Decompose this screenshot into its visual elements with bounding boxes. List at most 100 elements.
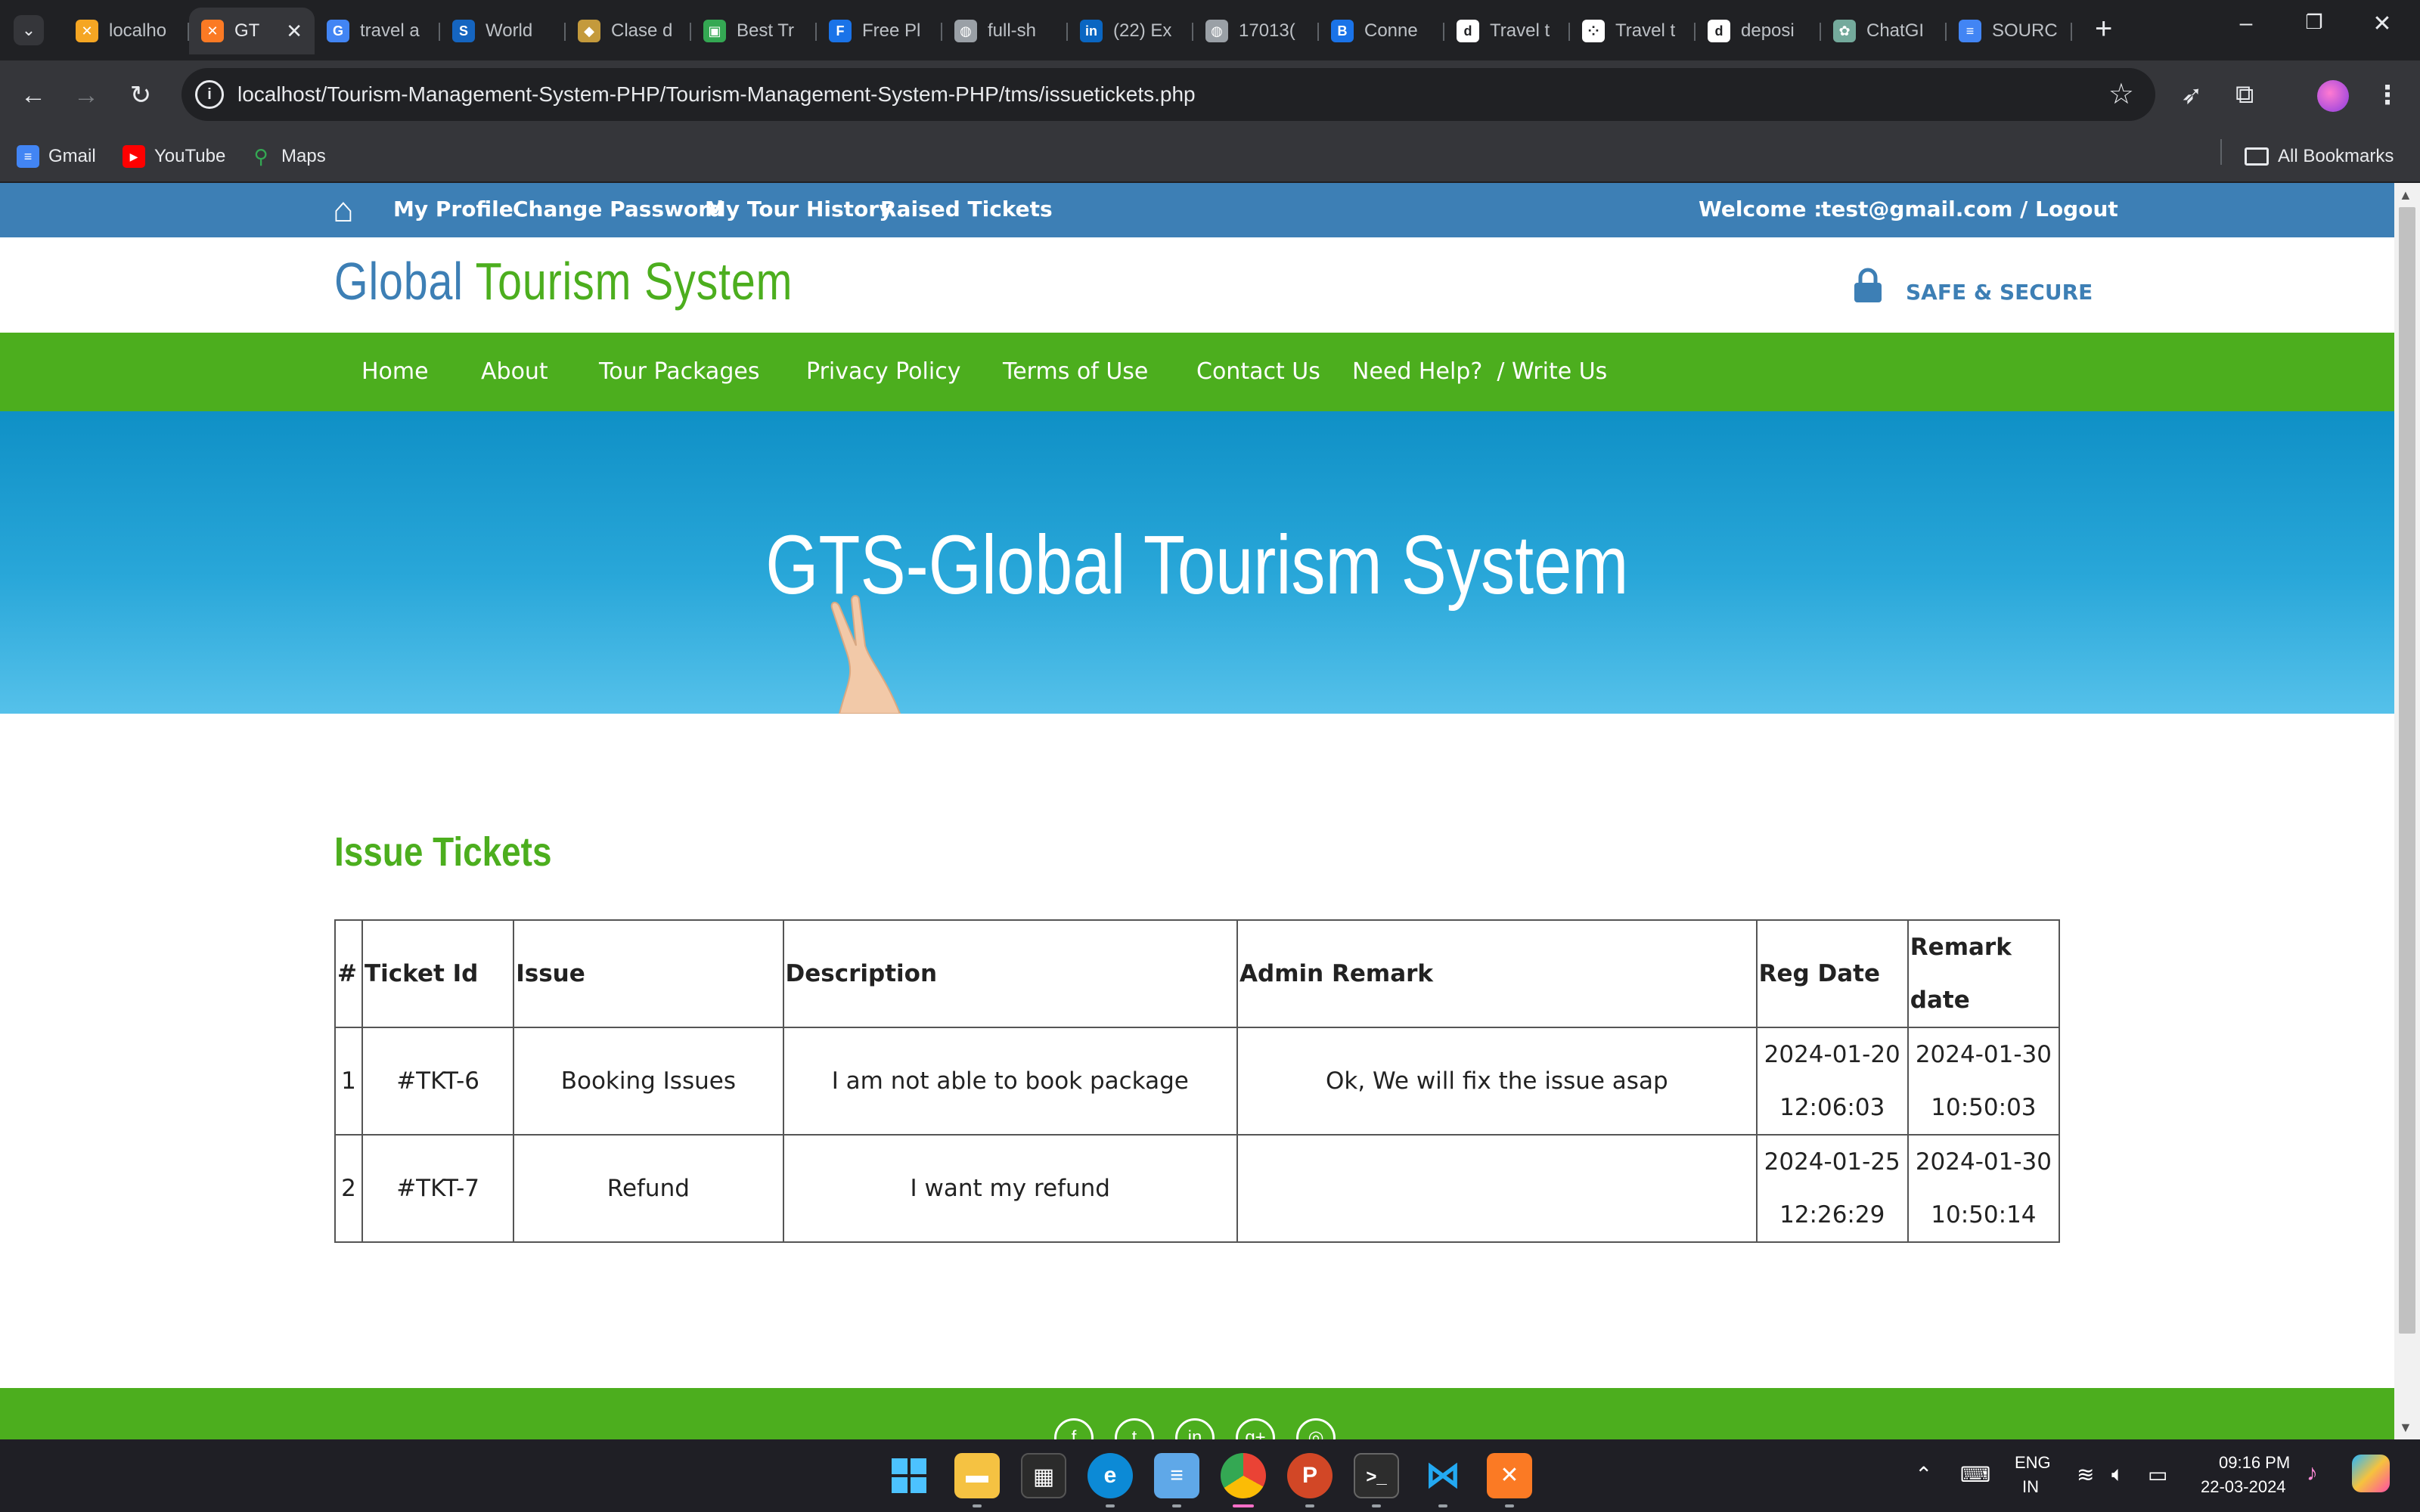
browser-tab[interactable]: S World: [440, 8, 566, 54]
lang-top[interactable]: ENG: [2015, 1453, 2051, 1473]
notification-bell-icon[interactable]: ♪: [2307, 1461, 2318, 1486]
close-tab-icon[interactable]: ✕: [286, 20, 302, 43]
change-password-link[interactable]: Change Password: [513, 197, 724, 222]
b-icon: B: [1331, 20, 1354, 42]
nav-terms-of-use[interactable]: Terms of Use: [1003, 358, 1148, 385]
col-header-remark-date: Remark date: [1907, 919, 2061, 1028]
browser-tab[interactable]: ▣ Best Tr: [691, 8, 817, 54]
nav-tour-packages[interactable]: Tour Packages: [599, 358, 759, 385]
running-indicator: [1106, 1504, 1115, 1507]
description: I am not able to book package: [782, 1027, 1239, 1136]
my-tour-history-link[interactable]: My Tour History: [705, 197, 892, 222]
col-header-description: Description: [782, 919, 1239, 1028]
bookmark-youtube[interactable]: ▶ YouTube: [123, 138, 225, 175]
col-header-admin-remark: Admin Remark: [1236, 919, 1758, 1028]
extensions-puzzle-icon[interactable]: ⧉: [2235, 80, 2254, 110]
bookmark-star-icon[interactable]: ☆: [2108, 77, 2134, 111]
battery-icon[interactable]: ▭: [2148, 1462, 2167, 1487]
wifi-icon[interactable]: ≋: [2077, 1462, 2094, 1487]
scroll-down-icon[interactable]: ▼: [2399, 1420, 2412, 1436]
banner-title: GTS-Global Tourism System: [765, 519, 1629, 612]
windows-start-icon[interactable]: [886, 1453, 932, 1498]
google-plus-icon[interactable]: g+: [1236, 1418, 1275, 1439]
dribbble-icon[interactable]: ◎: [1296, 1418, 1336, 1439]
file-explorer-icon[interactable]: ▬: [954, 1453, 1000, 1498]
restore-icon[interactable]: ❐: [2299, 11, 2329, 34]
url-text[interactable]: localhost/Tourism-Management-System-PHP/…: [237, 82, 1196, 107]
clock-time[interactable]: 09:16 PM: [2219, 1453, 2290, 1473]
site-logo[interactable]: Global Tourism System: [334, 251, 793, 311]
admin-remark: Ok, We will fix the issue asap: [1236, 1027, 1758, 1136]
tab-title: Best Tr: [737, 20, 795, 41]
forward-icon[interactable]: →: [68, 77, 104, 113]
browser-tab[interactable]: ✕ GT ✕: [189, 8, 315, 54]
linkedin-icon[interactable]: in: [1175, 1418, 1215, 1439]
copilot-icon[interactable]: [2352, 1455, 2390, 1492]
reload-icon[interactable]: ↻: [123, 77, 159, 113]
my-profile-link[interactable]: My Profile: [393, 197, 513, 222]
vscode-icon[interactable]: ⋈: [1420, 1453, 1466, 1498]
browser-tab[interactable]: d Travel t: [1444, 8, 1570, 54]
scroll-up-icon[interactable]: ▲: [2399, 187, 2412, 203]
browser-tab[interactable]: ◆ Clase d: [566, 8, 691, 54]
browser-tab[interactable]: ◍ full-sh: [942, 8, 1068, 54]
user-logout-link[interactable]: test@gmail.com / Logout: [1821, 197, 2118, 222]
powerpoint-icon[interactable]: P: [1287, 1453, 1333, 1498]
nav-write-us[interactable]: Need Help? / Write Us: [1352, 358, 1607, 385]
close-window-icon[interactable]: ✕: [2367, 11, 2397, 37]
nav-privacy-policy[interactable]: Privacy Policy: [806, 358, 960, 385]
browser-tab[interactable]: ◍ 17013(: [1193, 8, 1319, 54]
back-icon[interactable]: ←: [15, 77, 51, 113]
browser-tab[interactable]: d deposi: [1696, 8, 1821, 54]
browser-menu-icon[interactable]: ⋮: [2375, 80, 2400, 110]
profile-avatar[interactable]: [2317, 80, 2349, 112]
extension-bird-icon[interactable]: ➶: [2181, 80, 2203, 110]
col-header-issue: Issue: [513, 919, 784, 1028]
site-info-icon[interactable]: i: [195, 80, 224, 109]
nav-contact-us[interactable]: Contact Us: [1196, 358, 1320, 385]
nav-home[interactable]: Home: [361, 358, 429, 385]
all-bookmarks[interactable]: All Bookmarks: [2245, 138, 2394, 175]
chrome-icon[interactable]: [1221, 1453, 1266, 1498]
browser-tab[interactable]: in (22) Ex: [1068, 8, 1193, 54]
edge-icon[interactable]: e: [1087, 1453, 1133, 1498]
tray-overflow-icon[interactable]: ⌃: [1915, 1462, 1932, 1487]
d-icon: d: [1708, 20, 1730, 42]
col-header-reg-date: Reg Date: [1755, 919, 1909, 1028]
volume-icon[interactable]: 🔈︎: [2111, 1462, 2124, 1487]
page-scrollbar[interactable]: ▲ ▼: [2394, 183, 2420, 1439]
browser-tab[interactable]: ✿ ChatGI: [1821, 8, 1947, 54]
nav-about[interactable]: About: [481, 358, 548, 385]
browser-tab[interactable]: ✕ localho: [64, 8, 189, 54]
browser-tab[interactable]: B Conne: [1319, 8, 1444, 54]
browser-tab[interactable]: ⁘ Travel t: [1570, 8, 1696, 54]
bookmark-gmail[interactable]: ≡ Gmail: [17, 138, 96, 175]
keyboard-icon[interactable]: ⌨: [1960, 1462, 1990, 1487]
home-icon[interactable]: ⌂: [333, 189, 354, 230]
chatgpt-icon: ✿: [1833, 20, 1856, 42]
notepad-icon[interactable]: ≡: [1154, 1453, 1199, 1498]
xampp-icon[interactable]: ✕: [1487, 1453, 1532, 1498]
youtube-icon: ▶: [123, 145, 145, 168]
raised-tickets-link[interactable]: Raised Tickets: [880, 197, 1053, 222]
twitter-icon[interactable]: t: [1115, 1418, 1154, 1439]
new-tab-button[interactable]: +: [2095, 14, 2112, 44]
admin-remark: [1236, 1134, 1758, 1243]
lang-bottom[interactable]: IN: [2022, 1477, 2039, 1497]
table-row: 2 #TKT-7 Refund I want my refund 2024-01…: [334, 1134, 2061, 1243]
tab-search-button[interactable]: ⌄: [14, 15, 44, 45]
browser-tab[interactable]: ≡ SOURC: [1947, 8, 2072, 54]
browser-tab[interactable]: F Free Pl: [817, 8, 942, 54]
scrollbar-thumb[interactable]: [2399, 207, 2415, 1334]
terminal-icon[interactable]: >_: [1354, 1453, 1399, 1498]
facebook-icon[interactable]: f: [1054, 1418, 1094, 1439]
minimize-icon[interactable]: –: [2231, 11, 2261, 36]
tripadvisor-icon: ▣: [703, 20, 726, 42]
issue-tickets-table: # Ticket Id Issue Description Admin Rema…: [334, 919, 2061, 1243]
browser-tab[interactable]: Gtravel a: [315, 8, 440, 54]
microsoft-store-icon[interactable]: ▦: [1021, 1453, 1066, 1498]
clock-date[interactable]: 22-03-2024: [2201, 1477, 2286, 1497]
address-bar[interactable]: i localhost/Tourism-Management-System-PH…: [182, 68, 2155, 121]
description: I want my refund: [782, 1134, 1239, 1243]
bookmark-maps[interactable]: ⚲ Maps: [250, 138, 325, 175]
